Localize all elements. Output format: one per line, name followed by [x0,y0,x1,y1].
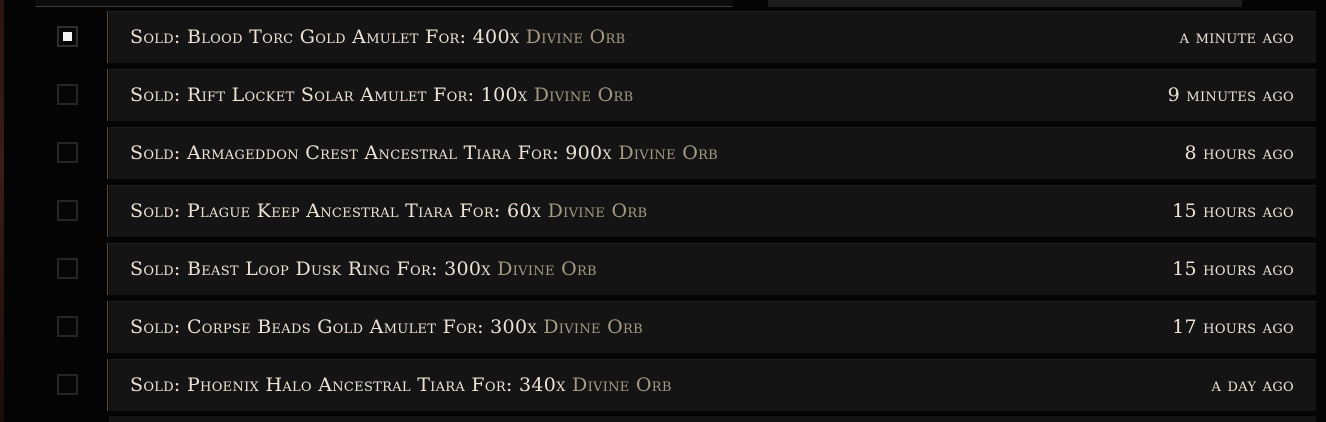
currency-name: Divine Orb [525,26,626,48]
row-checkbox[interactable] [57,374,78,395]
notification-message: Sold: Phoenix Halo Ancestral Tiara For: … [130,360,672,411]
currency-name: Divine Orb [547,200,648,222]
notification-row: Sold: Beast Loop Dusk Ring For: 300x Div… [0,243,1316,295]
notification-row: Sold: Plague Keep Ancestral Tiara For: 6… [0,185,1316,237]
notification-time: 8 hours ago [1184,142,1294,164]
notification-row: Sold: Phoenix Halo Ancestral Tiara For: … [0,359,1316,411]
row-divider [107,359,108,411]
currency-name: Divine Orb [572,374,672,396]
notification-message: Sold: Armageddon Crest Ancestral Tiara F… [130,128,718,179]
sale-text: Sold: Blood Torc Gold Amulet For: 400x [130,26,526,48]
row-checkbox[interactable] [57,142,78,163]
currency-name: Divine Orb [533,84,634,106]
sale-text: Sold: Phoenix Halo Ancestral Tiara For: … [130,374,573,396]
row-checkbox[interactable] [57,316,78,337]
notification-panel[interactable]: Sold: Armageddon Crest Ancestral Tiara F… [109,127,1316,179]
notification-message: Sold: Plague Keep Ancestral Tiara For: 6… [130,186,647,237]
row-divider [107,243,108,295]
notification-message: Sold: Corpse Beads Gold Amulet For: 300x… [130,302,643,353]
row-divider [107,11,108,63]
sale-text: Sold: Beast Loop Dusk Ring For: 300x [130,258,498,280]
currency-name: Divine Orb [618,142,719,164]
notification-time: 15 hours ago [1172,200,1294,222]
currency-name: Divine Orb [497,258,597,280]
row-divider [107,185,108,237]
notification-time: 15 hours ago [1172,258,1294,280]
row-checkbox[interactable] [57,258,78,279]
row-checkbox[interactable] [57,84,78,105]
notification-row: Sold: Rift Locket Solar Amulet For: 100x… [0,69,1316,121]
row-divider [107,69,108,121]
sale-text: Sold: Corpse Beads Gold Amulet For: 300x [130,316,544,338]
notification-message: Sold: Rift Locket Solar Amulet For: 100x… [130,70,633,121]
notification-panel[interactable]: Sold: Corpse Beads Gold Amulet For: 300x… [109,301,1316,353]
notification-message: Sold: Beast Loop Dusk Ring For: 300x Div… [130,244,597,295]
notification-panel[interactable]: Sold: Phoenix Halo Ancestral Tiara For: … [109,359,1316,411]
notification-panel[interactable]: Sold: Beast Loop Dusk Ring For: 300x Div… [109,243,1316,295]
row-checkbox[interactable] [57,26,78,47]
sale-text: Sold: Rift Locket Solar Amulet For: 100x [130,84,534,106]
notification-panel[interactable]: Sold: Blood Torc Gold Amulet For: 400x D… [109,11,1316,63]
notification-row: Sold: Blood Torc Gold Amulet For: 400x D… [0,11,1316,63]
notification-panel[interactable]: Sold: Rift Locket Solar Amulet For: 100x… [109,69,1316,121]
top-bar-left [35,0,733,7]
notification-message: Sold: Blood Torc Gold Amulet For: 400x D… [130,12,625,63]
row-checkbox[interactable] [57,200,78,221]
notification-row-partial [109,416,1316,422]
notification-time: 17 hours ago [1172,316,1294,338]
notification-time: 9 minutes ago [1167,84,1294,106]
currency-name: Divine Orb [543,316,643,338]
sale-text: Sold: Plague Keep Ancestral Tiara For: 6… [130,200,548,222]
sale-text: Sold: Armageddon Crest Ancestral Tiara F… [130,142,619,164]
notification-row: Sold: Armageddon Crest Ancestral Tiara F… [0,127,1316,179]
notification-time: a day ago [1211,374,1294,396]
notification-row: Sold: Corpse Beads Gold Amulet For: 300x… [0,301,1316,353]
row-divider [107,301,108,353]
notification-time: a minute ago [1179,26,1294,48]
top-bar-right [768,0,1242,7]
row-divider [107,127,108,179]
notification-panel[interactable]: Sold: Plague Keep Ancestral Tiara For: 6… [109,185,1316,237]
